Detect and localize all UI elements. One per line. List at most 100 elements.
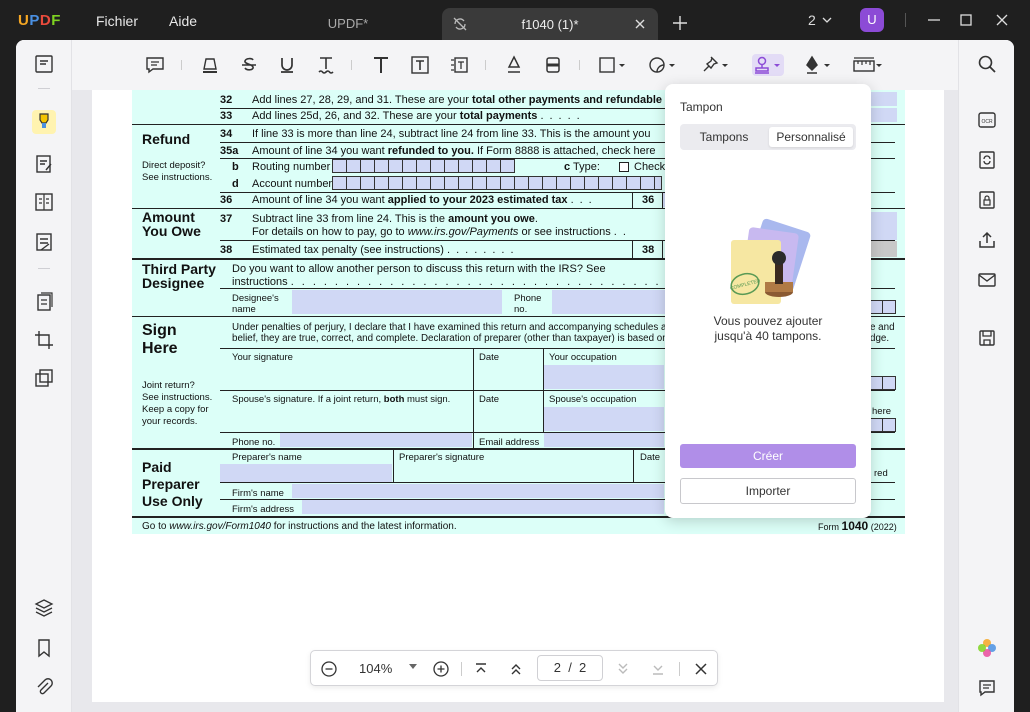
underline-tool[interactable] [276, 54, 298, 76]
zoom-dropdown-caret[interactable] [409, 664, 417, 669]
protect-button[interactable] [977, 190, 997, 210]
minimize-icon[interactable] [925, 11, 943, 29]
crop-button[interactable] [32, 328, 56, 352]
strikethrough-tool[interactable] [238, 54, 260, 76]
last-page-button[interactable] [648, 659, 668, 679]
zoom-out-button[interactable] [319, 659, 339, 679]
spouse-pin-boxes[interactable] [868, 418, 896, 432]
reader-mode-button[interactable] [32, 52, 56, 76]
section-paid-1: Paid [142, 459, 172, 475]
routing-number-field[interactable] [332, 159, 515, 173]
next-page-button[interactable] [613, 659, 633, 679]
checking-checkbox[interactable] [619, 162, 629, 172]
organize-pages-button[interactable] [32, 290, 56, 314]
here-fragment: here [872, 406, 892, 417]
designee-phone-field[interactable] [552, 290, 672, 314]
signature-tool[interactable] [802, 54, 832, 76]
preparer-name-field[interactable] [220, 464, 392, 482]
note-tool[interactable] [144, 54, 166, 76]
rule [662, 240, 663, 258]
highlight-tool[interactable] [199, 54, 221, 76]
form-mode-button[interactable] [32, 230, 56, 254]
tab-stamps[interactable]: Tampons [683, 127, 765, 147]
phone-field[interactable] [280, 433, 472, 447]
close-navbar-button[interactable] [691, 659, 711, 679]
text-callout-tool[interactable] [448, 54, 470, 76]
textbox-tool[interactable] [409, 54, 431, 76]
firm-name-field[interactable] [292, 484, 664, 498]
new-tab-icon[interactable] [671, 14, 689, 32]
attachment-button[interactable] [32, 676, 56, 700]
close-window-icon[interactable] [993, 11, 1011, 29]
import-stamp-button[interactable]: Importer [680, 478, 856, 504]
tab-updf[interactable]: UPDF* [258, 8, 438, 40]
your-occupation-field[interactable] [544, 365, 664, 389]
current-page-input[interactable]: 2 [554, 660, 561, 675]
tab-f1040[interactable]: f1040 (1)* [442, 8, 658, 40]
menu-fichier[interactable]: Fichier [96, 13, 138, 29]
line-box-number: 38 [642, 244, 655, 256]
window-count[interactable]: 2 [808, 12, 816, 28]
ip-pin-boxes[interactable] [868, 376, 896, 390]
measure-tool[interactable] [852, 54, 884, 76]
convert-button[interactable] [977, 150, 997, 170]
comment-mode-button[interactable] [32, 110, 56, 134]
search-button[interactable] [977, 54, 997, 74]
squiggly-tool[interactable] [315, 54, 337, 76]
red-fragment: red [874, 468, 888, 479]
paperclip-icon [37, 678, 53, 695]
share-button[interactable] [977, 230, 997, 250]
rule [473, 390, 474, 432]
payments-url[interactable]: www.irs.gov/Payments [408, 226, 519, 238]
form-text: instructions ...........................… [232, 276, 722, 288]
toolbar-separator [485, 60, 486, 70]
comment-list-icon [979, 680, 995, 697]
eraser-tool[interactable] [542, 54, 564, 76]
previous-page-button[interactable] [506, 659, 526, 679]
total-pages: 2 [579, 660, 587, 675]
firm-address-field[interactable] [302, 500, 664, 514]
email-field[interactable] [544, 433, 664, 447]
line-box-number: 36 [642, 194, 655, 206]
maximize-icon[interactable] [957, 11, 975, 29]
edit-mode-button[interactable] [32, 152, 56, 176]
zoom-in-button[interactable] [431, 659, 451, 679]
tab-title: f1040 (1)* [521, 17, 579, 32]
sticker-tool[interactable] [647, 54, 677, 76]
designee-name-field[interactable] [292, 290, 502, 314]
ai-assistant-button[interactable] [977, 638, 997, 658]
menu-aide[interactable]: Aide [169, 13, 197, 29]
footer-url[interactable]: www.irs.gov/Form1040 [169, 521, 271, 532]
avatar[interactable]: U [860, 8, 884, 32]
highlighter-icon [39, 113, 49, 128]
updf-logo[interactable]: UPDF [18, 12, 61, 29]
page-indicator[interactable]: 2 / 2 [537, 655, 603, 681]
bookmark-button[interactable] [32, 636, 56, 660]
layers-button[interactable] [32, 596, 56, 620]
email-button[interactable] [977, 270, 997, 290]
first-page-button[interactable] [471, 659, 491, 679]
stamp-tool[interactable] [752, 54, 784, 76]
comments-list-button[interactable] [977, 678, 997, 698]
page-organize-button[interactable] [32, 190, 56, 214]
form-text: Subtract line 33 from line 24. This is t… [252, 213, 538, 225]
account-number-field[interactable] [332, 176, 662, 190]
pin-tool[interactable] [700, 54, 730, 76]
tools-button[interactable] [32, 366, 56, 390]
text-tool[interactable] [370, 54, 392, 76]
zoom-level[interactable]: 104% [359, 661, 392, 676]
spouse-occupation-field[interactable] [544, 407, 664, 431]
save-button[interactable] [977, 328, 997, 348]
line-bold: applied to your 2023 estimated tax [387, 194, 568, 206]
pin-boxes[interactable] [868, 300, 896, 314]
tab-custom[interactable]: Personnalisé [769, 127, 853, 147]
sidebar-separator [38, 88, 50, 89]
pencil-tool[interactable] [503, 54, 525, 76]
line-number: 34 [220, 128, 233, 140]
double-chevron-up-icon [511, 664, 521, 675]
create-stamp-button[interactable]: Créer [680, 444, 856, 468]
close-tab-icon[interactable] [632, 16, 648, 32]
chevron-down-icon[interactable] [822, 14, 832, 26]
ocr-button[interactable]: OCR [977, 110, 997, 130]
shape-tool[interactable] [597, 54, 627, 76]
